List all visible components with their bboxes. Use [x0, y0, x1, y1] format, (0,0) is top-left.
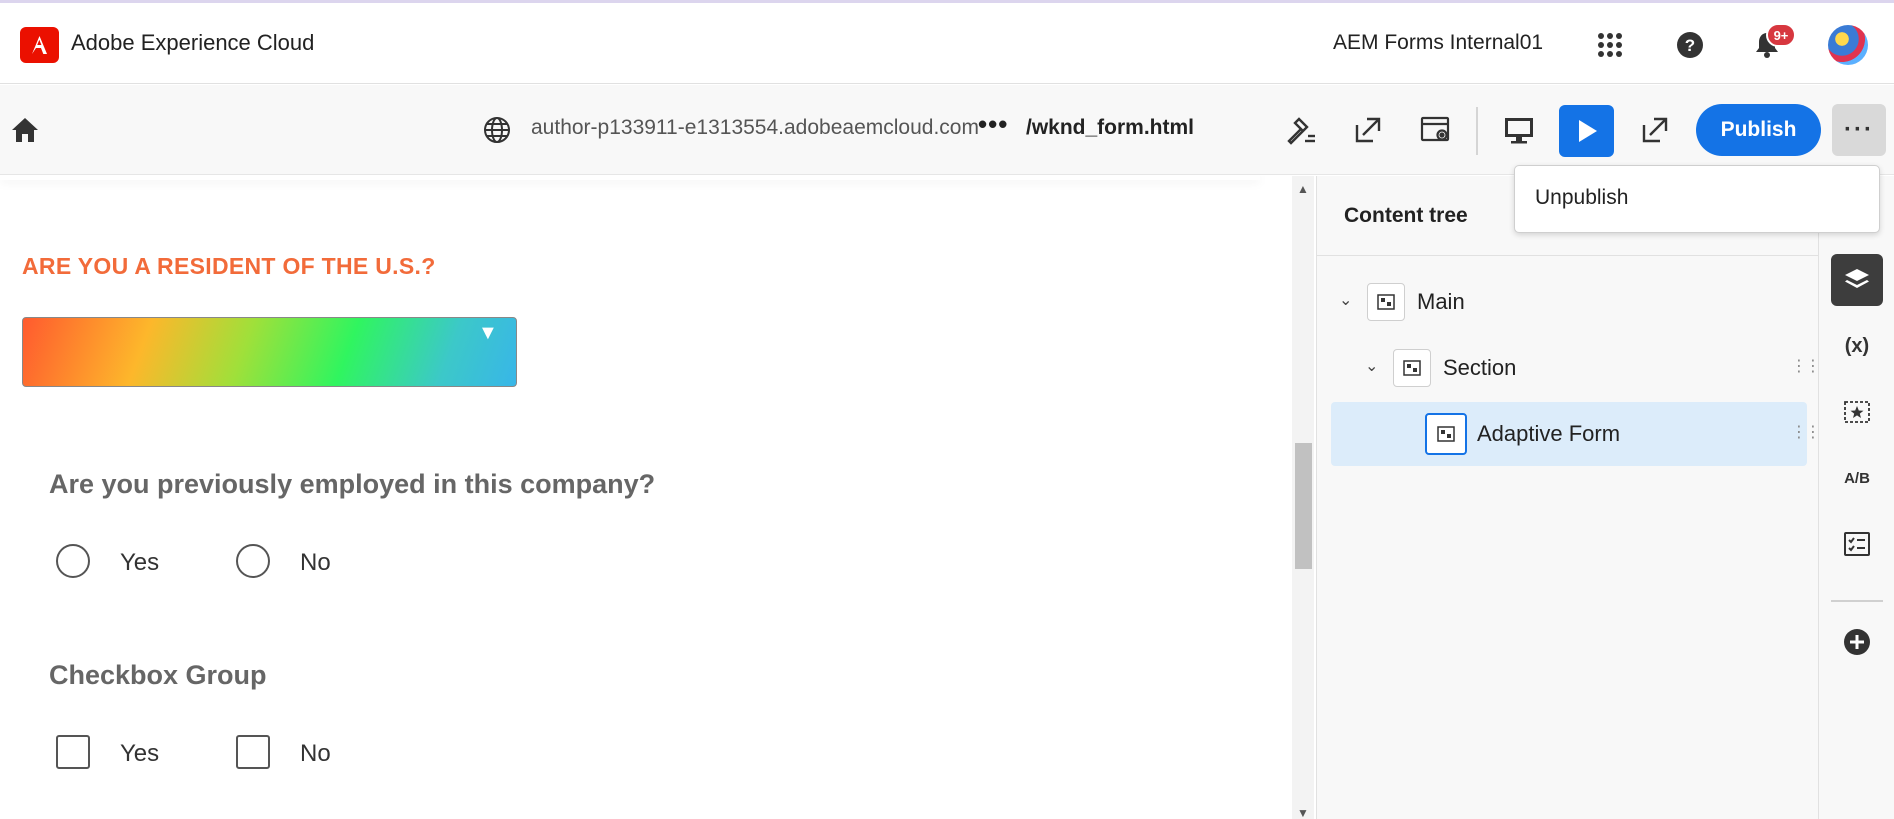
page-settings-icon[interactable]: [1411, 105, 1461, 155]
tree-node-adaptive-form[interactable]: Adaptive Form ⋮⋮: [1331, 402, 1821, 466]
avatar[interactable]: [1828, 25, 1868, 65]
open-external-icon[interactable]: [1343, 105, 1393, 155]
radio-no[interactable]: [236, 544, 270, 578]
dropdown-caret-icon: ▼: [478, 322, 498, 344]
checkbox-group-title: Checkbox Group: [49, 660, 267, 690]
tree-node-section[interactable]: ⌄ Section ⋮⋮: [1331, 336, 1821, 400]
page-path[interactable]: /wknd_form.html: [1026, 116, 1194, 140]
open-in-new-icon[interactable]: [1630, 105, 1680, 155]
form-canvas: ARE YOU A RESIDENT OF THE U.S.? ▼ Are yo…: [0, 176, 1292, 819]
layers-icon[interactable]: [1831, 254, 1883, 306]
author-url[interactable]: author-p133911-e1313554.adobeaemcloud.co…: [531, 116, 979, 140]
tree-node-main[interactable]: ⌄ Main: [1331, 270, 1807, 334]
container-icon: [1425, 413, 1467, 455]
chevron-down-icon[interactable]: ⌄: [1339, 290, 1352, 310]
radio-no-label: No: [300, 549, 331, 576]
notification-badge: 9+: [1766, 23, 1796, 47]
panel-divider: [1317, 255, 1819, 256]
checklist-icon[interactable]: [1831, 518, 1883, 570]
toolbar-divider: [1476, 107, 1478, 155]
panel-title: Content tree: [1344, 204, 1468, 227]
checkbox-yes-label: Yes: [120, 740, 160, 767]
drag-handle-icon[interactable]: ⋮⋮: [1791, 356, 1821, 376]
radio-yes[interactable]: [56, 544, 90, 578]
rail-divider: [1831, 600, 1883, 602]
scroll-down-icon[interactable]: ▼: [1297, 806, 1309, 819]
globe-icon: [472, 105, 522, 155]
checkbox-no-label: No: [300, 740, 331, 767]
tree-node-label: Adaptive Form: [1477, 421, 1621, 446]
star-frame-icon[interactable]: [1831, 386, 1883, 438]
variables-icon[interactable]: (x): [1831, 320, 1883, 372]
resident-question: ARE YOU A RESIDENT OF THE U.S.?: [22, 253, 436, 279]
global-header: Adobe Experience Cloud AEM Forms Interna…: [0, 0, 1894, 84]
apps-grid-icon[interactable]: [1590, 25, 1630, 65]
container-icon: [1393, 349, 1431, 387]
more-actions-button[interactable]: ···: [1832, 104, 1886, 156]
menu-item-unpublish[interactable]: Unpublish: [1535, 186, 1628, 210]
right-rail: (x) A/B: [1818, 176, 1894, 819]
container-icon: [1367, 283, 1405, 321]
desktop-icon[interactable]: [1494, 105, 1544, 155]
checkbox-yes[interactable]: [56, 735, 90, 769]
scroll-up-icon[interactable]: ▲: [1297, 182, 1309, 196]
help-icon[interactable]: ?: [1670, 25, 1710, 65]
path-more-button[interactable]: •••: [978, 109, 1008, 140]
hammer-icon[interactable]: [1276, 105, 1326, 155]
content-tree-panel: Content tree ⌄ Main ⌄ Section ⋮⋮ Adaptiv…: [1316, 176, 1821, 819]
svg-text:?: ?: [1685, 36, 1695, 55]
checkbox-no[interactable]: [236, 735, 270, 769]
editor-toolbar: author-p133911-e1313554.adobeaemcloud.co…: [0, 85, 1894, 175]
drag-handle-icon[interactable]: ⋮⋮: [1791, 422, 1821, 442]
canvas-scrollbar[interactable]: ▲ ▼: [1292, 176, 1314, 819]
chevron-down-icon[interactable]: ⌄: [1365, 356, 1378, 376]
home-icon[interactable]: [0, 105, 50, 155]
adobe-logo[interactable]: [20, 27, 59, 63]
add-icon[interactable]: [1831, 616, 1883, 668]
play-icon[interactable]: [1559, 105, 1614, 157]
org-switcher[interactable]: AEM Forms Internal01: [1333, 31, 1543, 55]
canvas-top-shadow: [0, 176, 1260, 180]
scroll-thumb[interactable]: [1295, 443, 1312, 569]
brand-name[interactable]: Adobe Experience Cloud: [71, 30, 314, 56]
tree-node-label: Section: [1443, 355, 1517, 380]
tree-node-label: Main: [1417, 289, 1465, 314]
ab-test-icon[interactable]: A/B: [1831, 452, 1883, 504]
publish-button[interactable]: Publish: [1696, 104, 1821, 156]
resident-dropdown[interactable]: ▼: [22, 317, 517, 387]
more-actions-menu: Unpublish: [1514, 165, 1880, 233]
radio-yes-label: Yes: [120, 549, 160, 576]
employed-question: Are you previously employed in this comp…: [49, 469, 656, 499]
